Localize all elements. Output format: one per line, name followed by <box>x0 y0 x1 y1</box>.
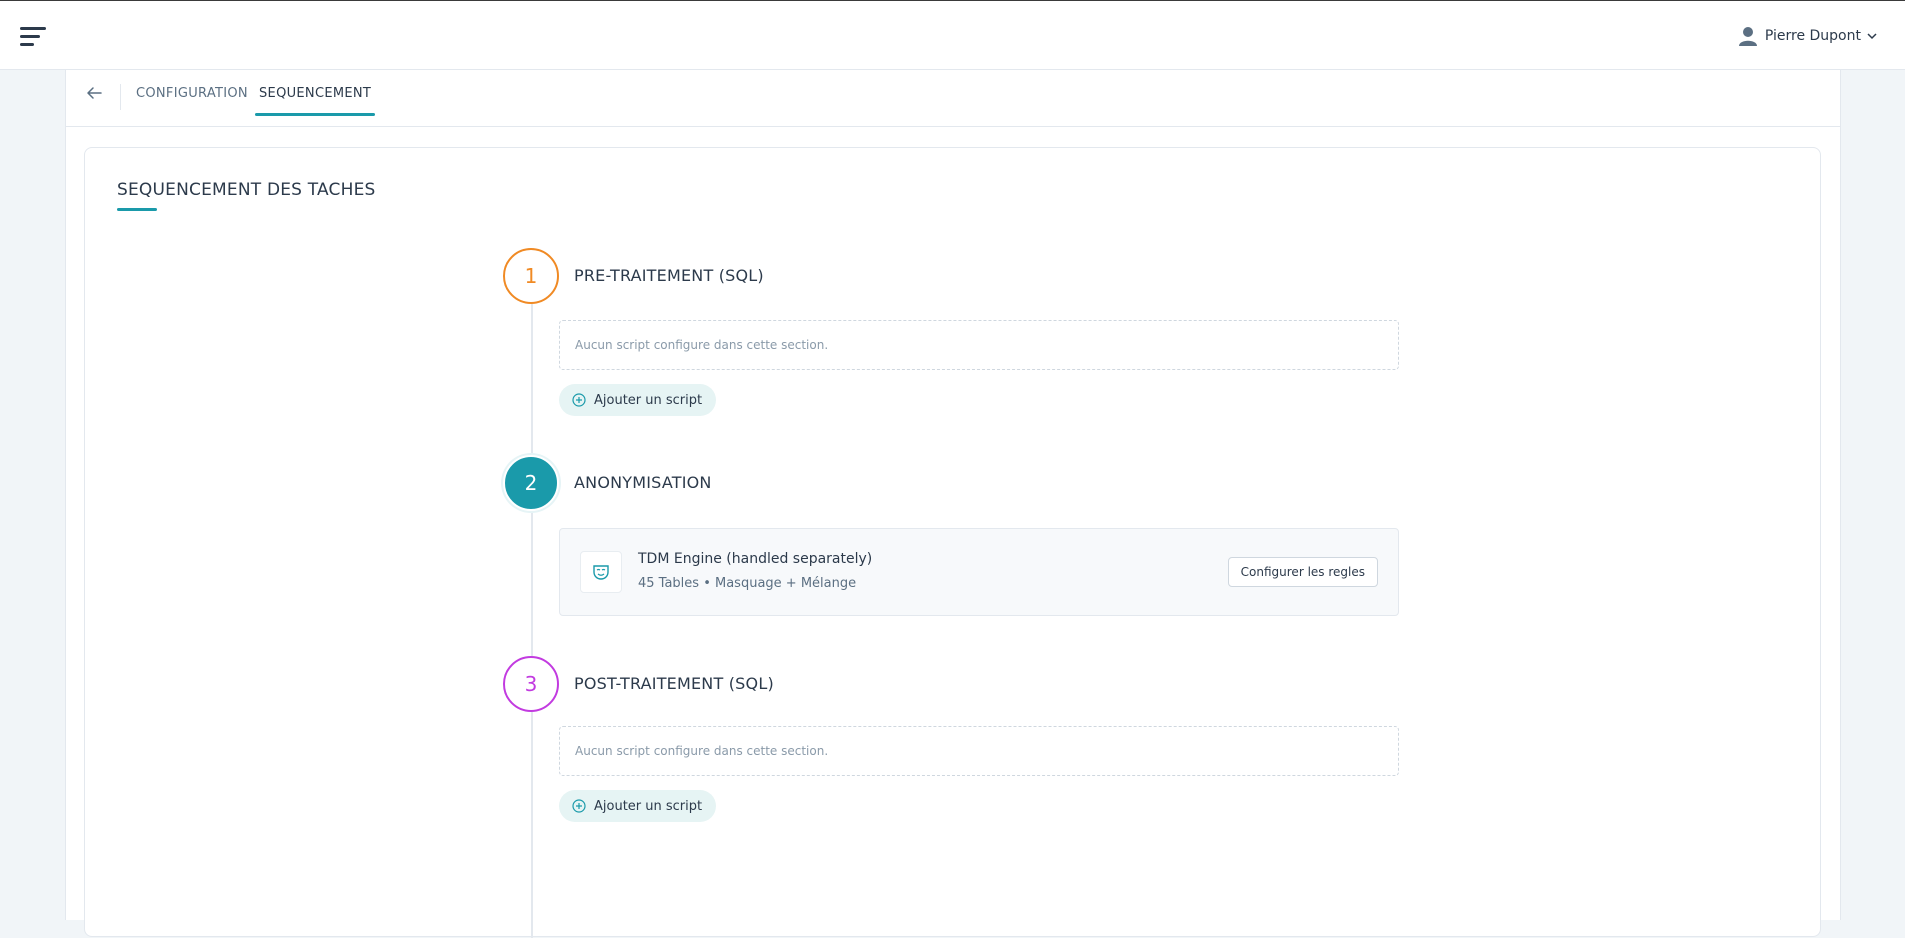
empty-script-placeholder: Aucun script configure dans cette sectio… <box>559 320 1399 370</box>
tab-configuration[interactable]: CONFIGURATION <box>136 84 248 127</box>
user-name: Pierre Dupont <box>1764 28 1861 44</box>
step-number-1: 1 <box>503 248 559 304</box>
step-title-post-traitement: POST-TRAITEMENT (SQL) <box>574 674 774 693</box>
chevron-down-icon <box>1867 33 1877 40</box>
title-underline <box>117 208 157 211</box>
sequencing-card: SEQUENCEMENT DES TACHES 1 PRE-TRAITEMENT… <box>84 147 1821 938</box>
add-script-label: Ajouter un script <box>594 798 703 814</box>
hamburger-menu-icon[interactable] <box>20 27 46 47</box>
engine-meta: 45 Tables • Masquage + Mélange <box>638 576 857 591</box>
timeline-line <box>531 298 533 938</box>
top-bar: Pierre Dupont <box>0 0 1905 70</box>
empty-script-placeholder: Aucun script configure dans cette sectio… <box>559 726 1399 776</box>
tab-sequencement[interactable]: SEQUENCEMENT <box>254 84 376 127</box>
user-icon <box>1738 27 1757 46</box>
tab-bar: CONFIGURATION SEQUENCEMENT <box>66 70 1840 127</box>
add-script-button-pre[interactable]: Ajouter un script <box>559 384 717 416</box>
add-script-label: Ajouter un script <box>594 392 703 408</box>
configure-rules-button[interactable]: Configurer les regles <box>1227 557 1378 587</box>
tdm-engine-card: TDM Engine (handled separately) 45 Table… <box>559 528 1399 616</box>
page-title: SEQUENCEMENT DES TACHES <box>117 180 376 200</box>
plus-circle-icon <box>572 393 586 407</box>
user-menu[interactable]: Pierre Dupont <box>1737 23 1877 49</box>
arrow-left-icon[interactable] <box>82 81 106 105</box>
plus-circle-icon <box>572 799 586 813</box>
step-number-2: 2 <box>503 455 559 511</box>
engine-icon-box <box>580 551 622 593</box>
engine-name: TDM Engine (handled separately) <box>638 551 873 567</box>
main-panel: CONFIGURATION SEQUENCEMENT SEQUENCEMENT … <box>65 70 1841 938</box>
tab-divider <box>120 84 121 110</box>
add-script-button-post[interactable]: Ajouter un script <box>559 790 717 822</box>
mask-icon <box>593 565 609 580</box>
step-title-anonymisation: ANONYMISATION <box>574 473 712 492</box>
step-number-3: 3 <box>503 656 559 712</box>
step-title-pre-traitement: PRE-TRAITEMENT (SQL) <box>574 266 764 285</box>
